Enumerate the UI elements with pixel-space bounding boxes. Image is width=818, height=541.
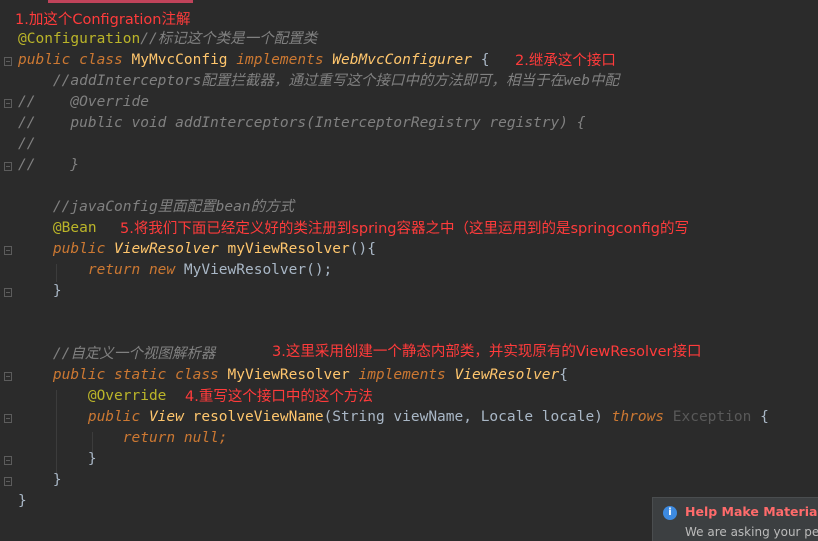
code-token: } xyxy=(18,472,62,488)
code-token: throws xyxy=(611,409,673,425)
code-token: MyViewResolver xyxy=(183,262,307,278)
code-token: // xyxy=(18,136,36,152)
code-token: //自定义一个视图解析器 xyxy=(18,346,216,362)
fold-marker-icon[interactable] xyxy=(4,414,12,423)
code-line[interactable]: } xyxy=(18,281,62,302)
code-line[interactable]: //addInterceptors配置拦截器，通过重写这个接口中的方法即可，相当… xyxy=(18,71,619,92)
code-line[interactable]: // xyxy=(18,134,35,155)
code-token: View xyxy=(148,409,193,425)
code-line[interactable]: public static class MyViewResolver imple… xyxy=(18,365,568,386)
fold-marker-icon[interactable] xyxy=(4,288,12,297)
annotation-2: 2.继承这个接口 xyxy=(515,53,616,69)
code-line[interactable]: // @Override xyxy=(18,92,149,113)
annotation-5: 5.将我们下面已经定义好的类注册到spring容器之中（这里运用到的是sprin… xyxy=(120,221,689,237)
code-token: // @Override xyxy=(18,94,149,110)
code-token: ViewResolver xyxy=(454,367,560,383)
code-line[interactable]: return new MyViewResolver(); xyxy=(18,260,332,281)
code-token: MyMvcConfig xyxy=(131,52,237,68)
code-token: //javaConfig里面配置bean的方式 xyxy=(18,199,295,215)
code-token: //addInterceptors配置拦截器，通过重写这个接口中的方法即可，相当… xyxy=(18,73,620,89)
code-line[interactable]: @Override xyxy=(18,386,167,407)
code-line[interactable]: // } xyxy=(18,155,79,176)
code-token: implements xyxy=(236,52,333,68)
code-token: // } xyxy=(18,157,80,173)
code-token: return new xyxy=(18,262,184,278)
code-token: (); xyxy=(306,262,333,278)
fold-marker-icon[interactable] xyxy=(4,57,12,66)
code-line[interactable]: } xyxy=(18,491,27,512)
fold-marker-icon[interactable] xyxy=(4,99,12,108)
code-token: { xyxy=(471,52,490,68)
code-line[interactable]: } xyxy=(18,449,97,470)
code-token: @Configuration xyxy=(18,31,141,47)
code-token: resolveViewName xyxy=(192,409,324,425)
code-token: return null xyxy=(18,430,219,446)
code-token: myViewResolver xyxy=(227,241,350,257)
code-line[interactable]: // public void addInterceptors(Intercept… xyxy=(18,113,585,134)
code-token: public xyxy=(18,241,115,257)
code-token: public static class xyxy=(18,367,228,383)
notification-body: We are asking your pe xyxy=(685,525,818,539)
info-icon: i xyxy=(663,506,677,520)
code-line[interactable]: } xyxy=(18,470,62,491)
code-token: } xyxy=(18,451,97,467)
code-token: Exception xyxy=(672,409,752,425)
code-token: @Bean xyxy=(18,220,97,236)
code-token: { xyxy=(751,409,769,425)
active-tab-indicator xyxy=(48,0,193,3)
notification-title[interactable]: Help Make Material T xyxy=(685,504,818,519)
annotation-1: 1.加这个Configration注解 xyxy=(15,12,191,28)
fold-marker-icon[interactable] xyxy=(4,246,12,255)
annotation-3: 3.这里采用创建一个静态内部类，并实现原有的ViewResolver接口 xyxy=(272,344,702,360)
code-token: public class xyxy=(18,52,132,68)
code-token: { xyxy=(559,367,568,383)
code-line[interactable]: public View resolveViewName(String viewN… xyxy=(18,407,769,428)
fold-marker-icon[interactable] xyxy=(4,372,12,381)
code-line[interactable]: public ViewResolver myViewResolver(){ xyxy=(18,239,376,260)
code-token: (String viewName, Locale locale) xyxy=(323,409,612,425)
code-line[interactable]: public class MyMvcConfig implements WebM… xyxy=(18,50,489,71)
code-line[interactable]: @Bean xyxy=(18,218,97,239)
fold-marker-icon[interactable] xyxy=(4,477,12,486)
code-token: //标记这个类是一个配置类 xyxy=(140,31,318,47)
code-token: WebMvcConfigurer xyxy=(332,52,472,68)
code-token: MyViewResolver xyxy=(227,367,359,383)
notification-popup[interactable]: i Help Make Material T We are asking you… xyxy=(652,497,818,541)
code-token: // public void addInterceptors(Intercept… xyxy=(18,115,586,131)
code-token: } xyxy=(18,493,27,509)
fold-marker-icon[interactable] xyxy=(4,456,12,465)
fold-marker-icon[interactable] xyxy=(4,162,12,171)
code-line[interactable]: return null; xyxy=(18,428,228,449)
code-token: } xyxy=(18,283,62,299)
annotation-4: 4.重写这个接口中的这个方法 xyxy=(185,389,373,405)
code-token: (){ xyxy=(349,241,376,257)
code-token: ViewResolver xyxy=(114,241,228,257)
code-line[interactable]: //javaConfig里面配置bean的方式 xyxy=(18,197,294,218)
code-token: ; xyxy=(218,430,228,446)
code-token: implements xyxy=(358,367,455,383)
code-line[interactable]: //自定义一个视图解析器 xyxy=(18,344,215,365)
code-token: public xyxy=(18,409,149,425)
code-line[interactable]: @Configuration//标记这个类是一个配置类 xyxy=(18,29,317,50)
code-token: @Override xyxy=(18,388,167,404)
